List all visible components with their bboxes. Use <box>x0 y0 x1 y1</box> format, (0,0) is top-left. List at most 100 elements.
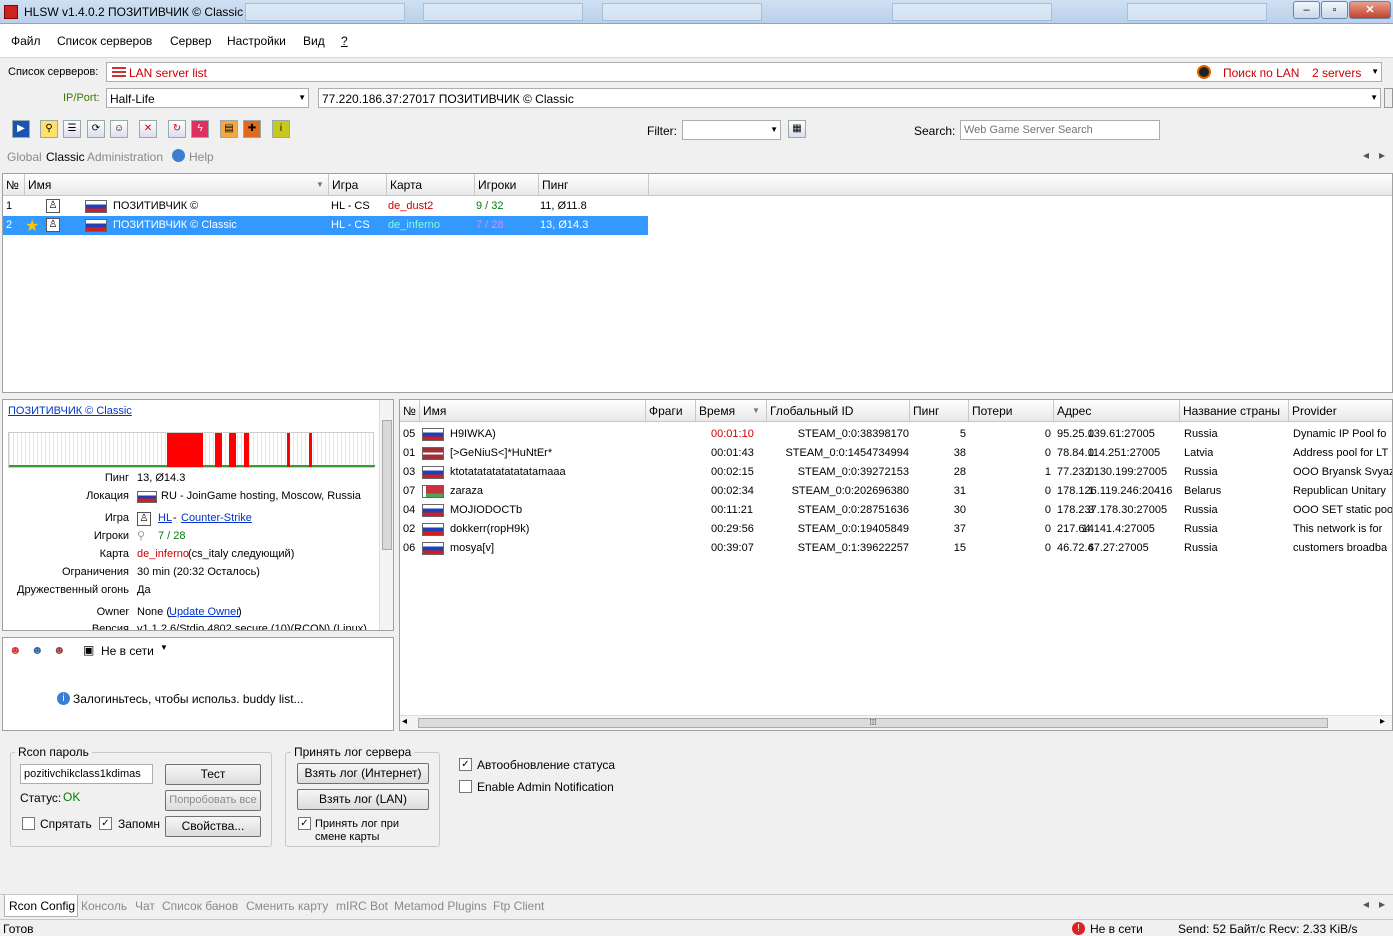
scroll-left-icon[interactable]: ◂ <box>402 716 407 727</box>
tab-administration[interactable]: Administration <box>87 150 163 164</box>
menu-file[interactable]: Файл <box>11 34 41 48</box>
maximize-button[interactable]: ▫ <box>1321 1 1348 19</box>
tab-ftp[interactable]: Ftp Client <box>493 899 544 913</box>
address-combo[interactable]: 77.220.186.37:27017 ПОЗИТИВЧИК © Classic… <box>318 88 1381 108</box>
play-icon[interactable]: ▶ <box>12 120 30 138</box>
player-row[interactable]: 01 [>GeNiuS<]*HuNtEr* 0 00:01:43 STEAM_0:0:1… <box>400 444 1392 463</box>
lan-search-label[interactable]: Поиск по LAN <box>1223 66 1299 80</box>
col-country[interactable]: Название страны <box>1180 400 1289 422</box>
scroll-right-icon[interactable]: ▸ <box>1380 716 1385 727</box>
hide-checkbox[interactable] <box>22 817 35 830</box>
player-row[interactable]: 02 dokkerr(ropH9k) 14 00:29:56 STEAM_0:0:194… <box>400 520 1392 539</box>
chevron-down-icon[interactable]: ▼ <box>770 125 778 134</box>
close-button[interactable]: ✕ <box>1349 1 1391 19</box>
menu-help[interactable]: ? <box>341 34 348 48</box>
col-ping[interactable]: Пинг <box>910 400 969 422</box>
web-search-input[interactable] <box>960 120 1160 140</box>
tab-scroll-left-icon[interactable]: ◂ <box>1363 148 1369 162</box>
col-name[interactable]: Имя <box>420 400 646 422</box>
menu-view[interactable]: Вид <box>303 34 325 48</box>
serverlist-combo[interactable]: LAN server list Поиск по LAN 2 servers ▼ <box>106 62 1382 82</box>
chevron-down-icon[interactable]: ▼ <box>160 643 168 652</box>
minimize-button[interactable]: – <box>1293 1 1320 19</box>
filter-select[interactable]: ▼ <box>682 120 781 140</box>
col-players[interactable]: Игроки <box>475 174 539 196</box>
address-spin[interactable] <box>1384 88 1393 108</box>
test-button[interactable]: Тест <box>165 764 261 785</box>
tab-banlist[interactable]: Список банов <box>162 899 238 913</box>
auto-update-checkbox[interactable]: ✓ <box>459 758 472 771</box>
player-row[interactable]: 03 ktotatatatatatatatamaaa 0 00:02:15 STEAM_… <box>400 463 1392 482</box>
chevron-down-icon[interactable]: ▼ <box>1370 93 1378 102</box>
info-scrollbar[interactable] <box>379 400 393 630</box>
chevron-down-icon[interactable]: ▼ <box>298 93 306 102</box>
search-servers-icon[interactable]: ⚲ <box>40 120 58 138</box>
get-log-lan-button[interactable]: Взять лог (LAN) <box>297 789 429 810</box>
properties-button[interactable]: Свойства... <box>165 816 261 837</box>
col-name[interactable]: Имя <box>25 174 329 196</box>
col-provider[interactable]: Provider <box>1289 400 1392 422</box>
menu-settings[interactable]: Настройки <box>227 34 286 48</box>
game-select[interactable]: Half-Life ▼ <box>106 88 309 108</box>
puzzle-icon[interactable]: ✚ <box>243 120 261 138</box>
menu-server[interactable]: Сервер <box>170 34 212 48</box>
col-global-id[interactable]: Глобальный ID <box>767 400 910 422</box>
flash-icon[interactable]: ϟ <box>191 120 209 138</box>
col-frags[interactable]: Фраги <box>646 400 696 422</box>
tab-console[interactable]: Консоль <box>81 899 127 913</box>
tab-scroll-left-icon[interactable]: ◂ <box>1363 897 1369 911</box>
tab-scroll-right-icon[interactable]: ▸ <box>1379 148 1385 162</box>
remember-checkbox[interactable]: ✓ <box>99 817 112 830</box>
server-ping: 11, Ø11.8 <box>540 200 587 212</box>
col-map[interactable]: Карта <box>387 174 475 196</box>
update-owner-link[interactable]: Update Owner <box>169 606 240 618</box>
chevron-down-icon[interactable]: ▼ <box>1371 67 1379 76</box>
tab-metamod[interactable]: Metamod Plugins <box>394 899 487 913</box>
col-game[interactable]: Игра <box>329 174 387 196</box>
info-mod-link[interactable]: Counter-Strike <box>181 512 252 524</box>
player-hscrollbar[interactable]: ◂ ⁞⁞⁞ ▸ <box>400 715 1392 730</box>
player-row[interactable]: 07 zaraza 1 00:02:34 STEAM_0:0:202696380 31 0 1… <box>400 482 1392 501</box>
buddy-add-icon[interactable]: ☻ <box>9 643 22 657</box>
player-row[interactable]: 05 H9IWKA) 0 00:01:10 STEAM_0:0:38398170 5 0 95… <box>400 425 1392 444</box>
col-loss[interactable]: Потери <box>969 400 1054 422</box>
scroll-thumb[interactable]: ⁞⁞⁞ <box>418 718 1328 728</box>
tab-help[interactable]: Help <box>189 150 214 164</box>
buddy-remove-icon[interactable]: ☻ <box>53 643 66 657</box>
reload-icon[interactable]: ↻ <box>168 120 186 138</box>
tab-mirc-bot[interactable]: mIRC Bot <box>336 899 388 913</box>
player-row[interactable]: 04 MOJIODOCTb 3 00:11:21 STEAM_0:0:28751636 3… <box>400 501 1392 520</box>
filter-grid-icon[interactable]: ▦ <box>788 120 806 138</box>
tab-classic[interactable]: Classic <box>46 150 85 164</box>
server-row[interactable]: 2 ★ ♙ ПОЗИТИВЧИК © Classic HL - CS de_in… <box>3 216 648 235</box>
info-icon[interactable]: i <box>272 120 290 138</box>
tab-scroll-right-icon[interactable]: ▸ <box>1379 897 1385 911</box>
admin-notification-checkbox[interactable] <box>459 780 472 793</box>
menu-server-list[interactable]: Список серверов <box>57 34 152 48</box>
retry-all-button[interactable]: Попробовать все <box>165 790 261 811</box>
buddy-list-icon[interactable]: ☻ <box>31 643 44 657</box>
tab-changemap[interactable]: Сменить карту <box>246 899 328 913</box>
user-icon[interactable]: ☺ <box>110 120 128 138</box>
get-log-internet-button[interactable]: Взять лог (Интернет) <box>297 763 429 784</box>
col-no[interactable]: № <box>400 400 420 422</box>
col-ping[interactable]: Пинг <box>539 174 649 196</box>
server-row[interactable]: 1 ♙ ПОЗИТИВЧИК © HL - CS de_dust2 9 / 32… <box>3 197 648 216</box>
refresh-icon[interactable]: ⟳ <box>87 120 105 138</box>
log-on-mapchange-checkbox[interactable]: ✓ <box>298 817 311 830</box>
col-address[interactable]: Адрес <box>1054 400 1180 422</box>
book-icon[interactable]: ▤ <box>220 120 238 138</box>
tab-rcon-config[interactable]: Rcon Config <box>4 895 78 917</box>
rcon-password-input[interactable] <box>20 764 153 784</box>
info-game-link[interactable]: HL <box>158 512 172 524</box>
player-row[interactable]: 06 mosya[v] 6 00:39:07 STEAM_0:1:39622257 15 0… <box>400 539 1392 558</box>
delete-icon[interactable]: ✕ <box>139 120 157 138</box>
tab-chat[interactable]: Чат <box>135 899 155 913</box>
info-title[interactable]: ПОЗИТИВЧИК © Classic <box>8 405 132 417</box>
list-icon[interactable]: ☰ <box>63 120 81 138</box>
tab-global[interactable]: Global <box>7 150 42 164</box>
server-game: HL - CS <box>331 219 370 231</box>
col-no[interactable]: № <box>3 174 25 196</box>
player-name: H9IWKA) <box>450 428 496 440</box>
buddy-status[interactable]: Не в сети <box>101 644 154 658</box>
